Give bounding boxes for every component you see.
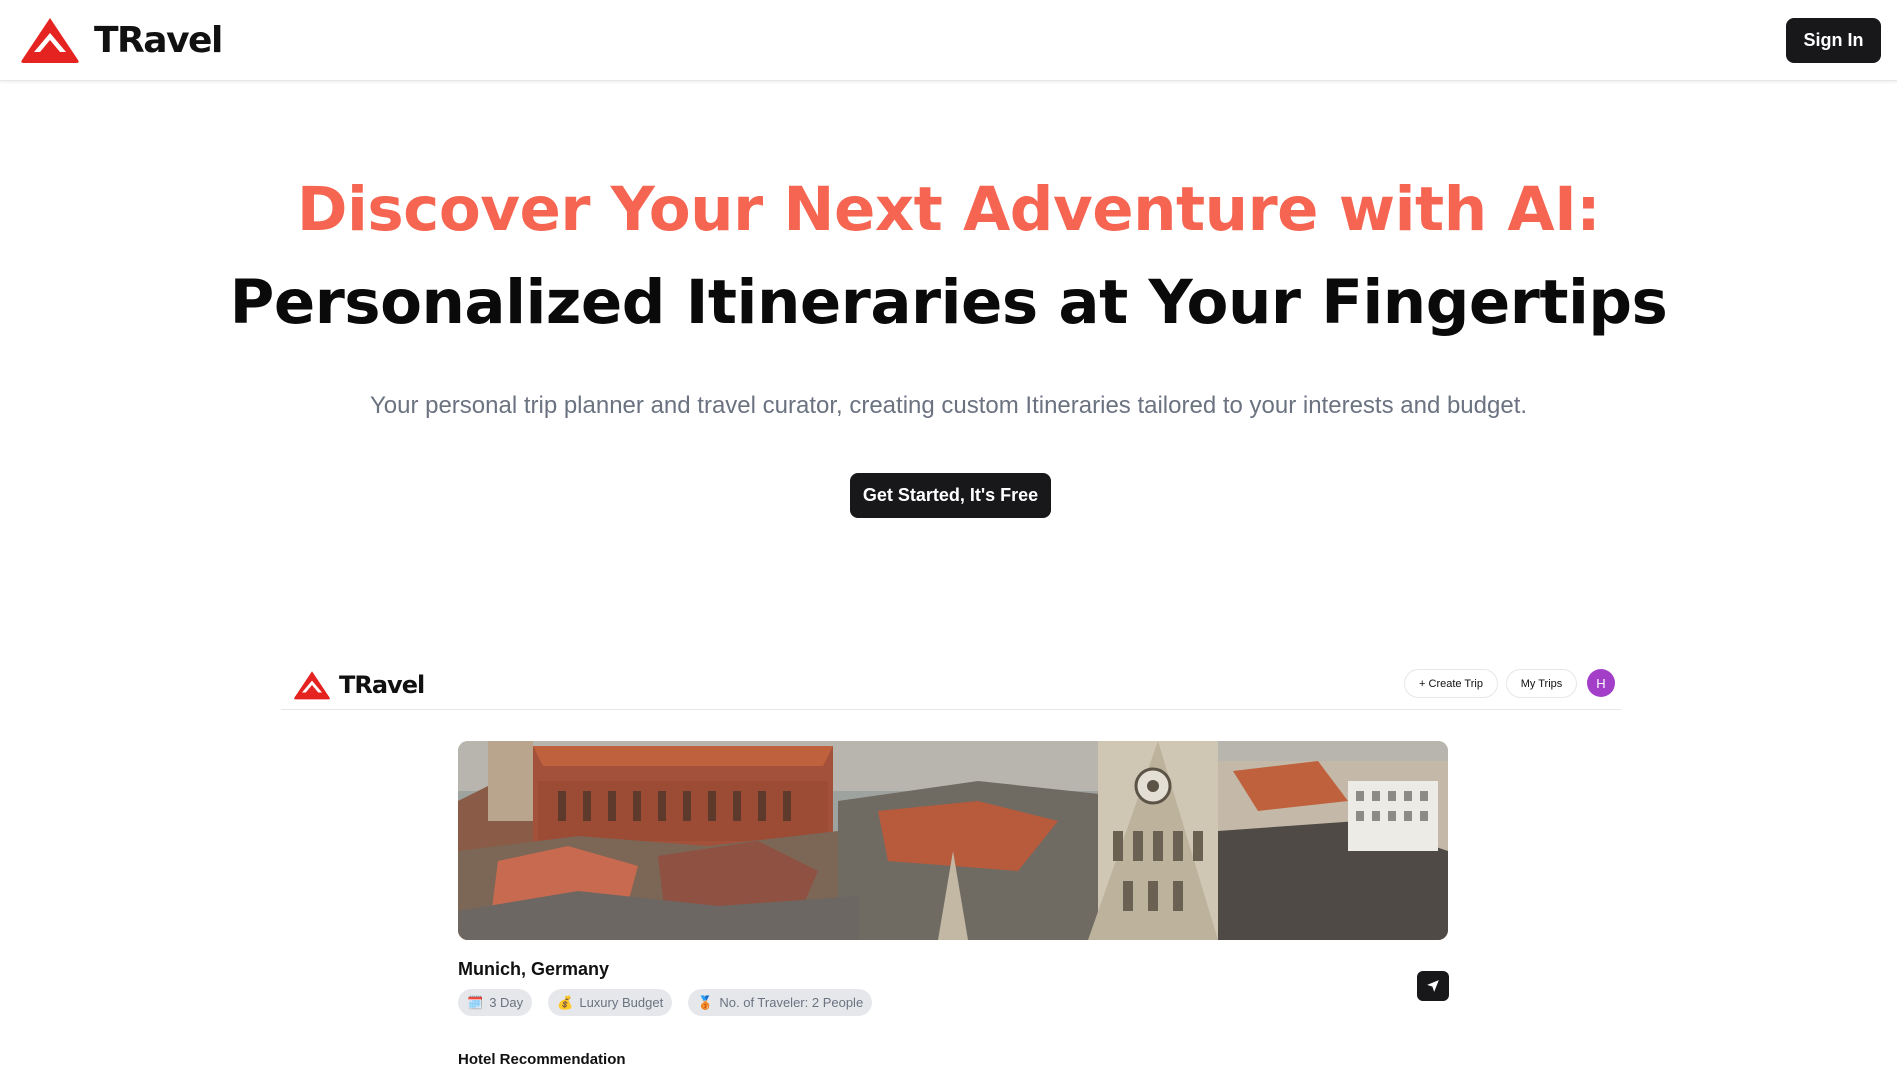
brand-logo[interactable]: TRavel <box>20 16 223 64</box>
money-bag-icon: 💰 <box>557 994 574 1010</box>
trip-budget-label: Luxury Budget <box>579 995 664 1010</box>
trip-info-chips: 🗓️ 3 Day 💰 Luxury Budget 🥉 No. of Travel… <box>458 989 873 1016</box>
preview-navbar: TRavel + Create Trip My Trips H <box>281 656 1621 710</box>
hero-title-accent: Discover Your Next Adventure with AI: <box>296 174 1601 245</box>
preview-brand-name: TRavel <box>339 671 425 699</box>
create-trip-button[interactable]: + Create Trip <box>1404 669 1498 698</box>
trip-travelers-label: No. of Traveler: 2 People <box>719 995 864 1010</box>
brand-name: TRavel <box>94 19 223 61</box>
preview-logo-icon <box>294 671 330 700</box>
hero-section: Discover Your Next Adventure with AI: Pe… <box>0 170 1897 343</box>
calendar-icon: 🗓️ <box>467 994 484 1010</box>
trip-travelers-chip: 🥉 No. of Traveler: 2 People <box>688 989 873 1016</box>
app-preview: TRavel + Create Trip My Trips H Munich, … <box>281 656 1621 1079</box>
logo-icon <box>21 18 79 63</box>
get-started-button[interactable]: Get Started, It's Free <box>850 473 1051 518</box>
destination-photo <box>458 741 1448 940</box>
medal-icon: 🥉 <box>697 994 714 1010</box>
hotel-recommendation-heading: Hotel Recommendation <box>458 1051 626 1068</box>
trip-days-chip: 🗓️ 3 Day <box>458 989 533 1016</box>
hero-subtitle: Your personal trip planner and travel cu… <box>369 392 1528 419</box>
avatar[interactable]: H <box>1587 669 1615 697</box>
send-icon <box>1427 980 1439 992</box>
trip-days-label: 3 Day <box>489 995 524 1010</box>
my-trips-button[interactable]: My Trips <box>1506 669 1577 698</box>
preview-brand-logo: TRavel <box>293 670 425 700</box>
hero-title: Personalized Itineraries at Your Fingert… <box>229 267 1668 338</box>
trip-budget-chip: 💰 Luxury Budget <box>548 989 673 1016</box>
top-navbar: TRavel Sign In <box>0 0 1897 81</box>
sign-in-button[interactable]: Sign In <box>1786 18 1881 63</box>
share-button[interactable] <box>1417 971 1449 1001</box>
trip-location: Munich, Germany <box>458 959 610 979</box>
